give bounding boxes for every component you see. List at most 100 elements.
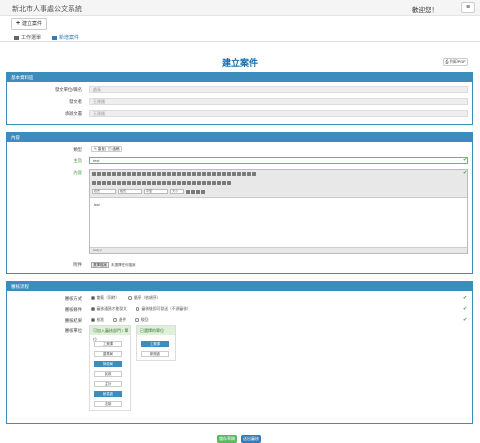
selected-unit-option[interactable]: 新聞處 — [141, 351, 169, 357]
select-all-icon[interactable] — [162, 172, 166, 176]
maximize-icon[interactable] — [196, 190, 200, 194]
radio-icon[interactable] — [182, 172, 186, 176]
button-icon[interactable] — [202, 172, 206, 176]
table-icon[interactable] — [197, 181, 201, 185]
cut-icon[interactable] — [122, 172, 126, 176]
blockquote-icon[interactable] — [147, 181, 151, 185]
radio-option[interactable]: 核准 — [91, 318, 104, 322]
unit-option-selected[interactable]: 秘書處 — [94, 391, 122, 397]
new-page-icon[interactable] — [102, 172, 106, 176]
submit-review-button[interactable]: 送出審核 — [241, 435, 261, 443]
image-button-icon[interactable] — [207, 172, 211, 176]
bulleted-list-icon[interactable] — [132, 181, 136, 185]
print-icon[interactable] — [112, 172, 116, 176]
redo-icon[interactable] — [147, 172, 151, 176]
hidden-field-icon[interactable] — [212, 172, 216, 176]
save-icon[interactable] — [97, 172, 101, 176]
special-char-icon[interactable] — [212, 181, 216, 185]
paste-text-icon[interactable] — [137, 172, 141, 176]
subject-input[interactable]: test — [89, 157, 468, 164]
text-color-icon[interactable] — [186, 190, 190, 194]
hamburger-icon[interactable]: ≡ — [461, 2, 475, 13]
unit-option[interactable]: 法制 — [94, 401, 122, 407]
font-select[interactable]: 字型 — [144, 189, 168, 194]
ltr-icon[interactable] — [177, 181, 181, 185]
image-icon[interactable] — [192, 181, 196, 185]
show-blocks-icon[interactable] — [247, 172, 251, 176]
unit-option[interactable]: 主計 — [94, 381, 122, 387]
language-icon[interactable] — [187, 181, 191, 185]
select-icon[interactable] — [197, 172, 201, 176]
source-icon[interactable] — [92, 172, 96, 176]
smiley-icon[interactable] — [207, 181, 211, 185]
textfield-icon[interactable] — [187, 172, 191, 176]
radio-option[interactable]: 退件 — [113, 318, 126, 322]
flash-icon[interactable] — [232, 172, 236, 176]
form-icon[interactable] — [172, 172, 176, 176]
radio-option[interactable]: 駁回 — [135, 318, 148, 322]
radio-option[interactable]: 審核通過才能發文 — [91, 307, 127, 311]
radio-option[interactable]: 審核後即可發送（不須審核） — [135, 307, 191, 311]
copy-icon[interactable] — [127, 172, 131, 176]
template-icon[interactable] — [117, 172, 121, 176]
replace-icon[interactable] — [157, 172, 161, 176]
subscript-icon[interactable] — [112, 181, 116, 185]
underline-icon[interactable] — [102, 181, 106, 185]
tab-new-case[interactable]: 新增案件 — [52, 34, 79, 41]
unit-option[interactable]: 農業局 — [94, 351, 122, 357]
unit-option[interactable]: 工務課 — [94, 341, 122, 347]
print-pdf-button[interactable]: ⎙ 列印PDF — [443, 58, 468, 66]
iframe-icon[interactable] — [237, 172, 241, 176]
horizontal-rule-icon[interactable] — [202, 181, 206, 185]
div-icon[interactable] — [152, 181, 156, 185]
align-center-icon[interactable] — [162, 181, 166, 185]
italic-icon[interactable] — [97, 181, 101, 185]
radio-option[interactable]: 循序（依順序） — [128, 296, 160, 300]
tab-work-menu[interactable]: 工作選單 — [14, 34, 41, 41]
bg-color-icon[interactable] — [191, 190, 195, 194]
type-letter-button[interactable]: ▤ 函稿 — [105, 146, 123, 152]
unit-option[interactable]: 民政 — [94, 371, 122, 377]
app-brand[interactable]: 新北市人事處公文系統 — [12, 4, 82, 14]
spellcheck-icon[interactable] — [167, 172, 171, 176]
numbered-list-icon[interactable] — [127, 181, 131, 185]
rtl-icon[interactable] — [182, 181, 186, 185]
editor-content[interactable]: test — [94, 203, 100, 207]
indent-icon[interactable] — [142, 181, 146, 185]
save-draft-button[interactable]: 儲存草稿 — [217, 435, 237, 443]
anchor-icon[interactable] — [217, 172, 221, 176]
preview-icon[interactable] — [107, 172, 111, 176]
bg-color-icon[interactable] — [227, 181, 231, 185]
unlink-icon[interactable] — [227, 172, 231, 176]
selected-unit-option[interactable]: 工務課 — [141, 341, 169, 347]
create-case-button[interactable]: + 建立案件 — [11, 18, 47, 30]
align-justify-icon[interactable] — [172, 181, 176, 185]
link-icon[interactable] — [222, 172, 226, 176]
align-right-icon[interactable] — [167, 181, 171, 185]
about-icon[interactable] — [252, 172, 256, 176]
radio-option[interactable]: 會簽（同時） — [91, 296, 119, 300]
remove-format-icon[interactable] — [122, 181, 126, 185]
style-select[interactable]: 樣式 — [92, 189, 116, 194]
bold-icon[interactable] — [92, 181, 96, 185]
textarea-icon[interactable] — [192, 172, 196, 176]
outdent-icon[interactable] — [137, 181, 141, 185]
checkbox-icon[interactable] — [177, 172, 181, 176]
unit-option-selected[interactable]: 財政局 — [94, 361, 122, 367]
rich-text-editor[interactable]: 樣式 格式 字型 大小 test body p — [89, 169, 468, 254]
format-select[interactable]: 格式 — [118, 189, 142, 194]
find-icon[interactable] — [152, 172, 156, 176]
align-left-icon[interactable] — [157, 181, 161, 185]
help-icon[interactable] — [201, 190, 205, 194]
superscript-icon[interactable] — [117, 181, 121, 185]
sender-field: 王建國 — [89, 98, 468, 105]
size-select[interactable]: 大小 — [170, 189, 184, 194]
text-color-icon[interactable] — [222, 181, 226, 185]
maximize-icon[interactable] — [242, 172, 246, 176]
paste-icon[interactable] — [132, 172, 136, 176]
page-break-icon[interactable] — [217, 181, 221, 185]
welcome-text[interactable]: 歡迎您！ — [412, 4, 438, 14]
strike-icon[interactable] — [107, 181, 111, 185]
choose-file-button[interactable]: 選擇檔案 — [91, 262, 109, 268]
undo-icon[interactable] — [142, 172, 146, 176]
